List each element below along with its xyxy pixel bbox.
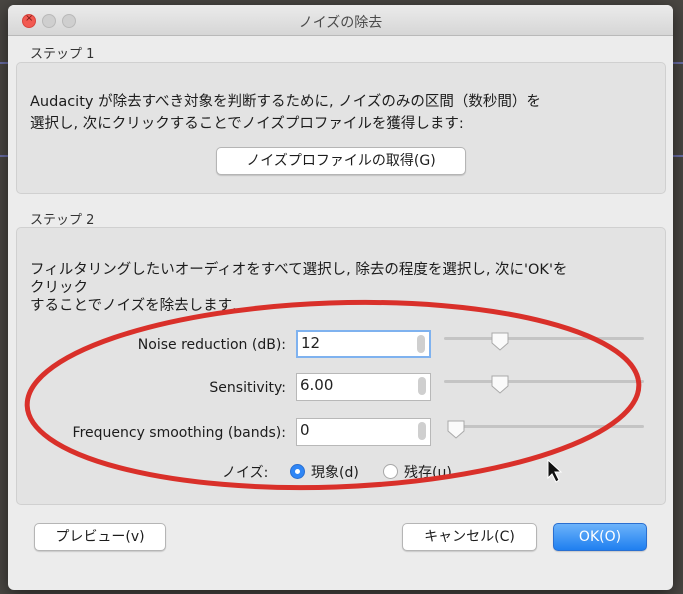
preview-button[interactable]: プレビュー(v)	[34, 523, 166, 551]
noise-reduction-slider-knob[interactable]	[490, 331, 510, 351]
sensitivity-input[interactable]: 6.00	[296, 373, 431, 401]
frequency-smoothing-label: Frequency smoothing (bands):	[72, 425, 286, 441]
radio-reduce[interactable]	[290, 464, 305, 479]
radio-residue[interactable]	[383, 464, 398, 479]
sensitivity-slider-track[interactable]	[444, 380, 644, 383]
radio-residue-label[interactable]: 残存(u)	[404, 462, 452, 482]
noise-mode-label: ノイズ:	[222, 465, 269, 481]
noise-reduction-input[interactable]: 12	[296, 330, 431, 358]
noise-reduction-value: 12	[301, 334, 321, 352]
step2-description-line3: することでノイズを除去します.	[30, 298, 237, 314]
step1-description-line1: Audacity が除去すべき対象を判断するために, ノイズのみの区間（数秒間）…	[30, 94, 541, 110]
spinner-handle[interactable]	[417, 335, 425, 353]
ok-button[interactable]: OK(O)	[553, 523, 647, 551]
spinner-handle[interactable]	[418, 422, 426, 440]
cancel-button[interactable]: キャンセル(C)	[402, 523, 537, 551]
window-title: ノイズの除去	[298, 15, 383, 31]
frequency-smoothing-value: 0	[300, 421, 310, 439]
sensitivity-label: Sensitivity:	[209, 380, 286, 396]
title-bar: × ノイズの除去	[8, 5, 673, 36]
get-noise-profile-button[interactable]: ノイズプロファイルの取得(G)	[216, 147, 466, 175]
step2-label: ステップ 2	[30, 213, 95, 228]
noise-reduction-label: Noise reduction (dB):	[137, 337, 286, 353]
step1-label: ステップ 1	[30, 47, 95, 62]
sensitivity-value: 6.00	[300, 376, 334, 394]
spinner-handle[interactable]	[418, 377, 426, 395]
step2-description-line1: フィルタリングしたいオーディオをすべて選択し, 除去の程度を選択し, 次に'OK…	[30, 262, 568, 278]
step1-description-line2: 選択し, 次にクリックすることでノイズプロファイルを獲得します:	[30, 116, 464, 132]
noise-removal-dialog: × ノイズの除去 ステップ 1 Audacity が除去すべき対象を判断するため…	[8, 5, 673, 590]
sensitivity-slider-knob[interactable]	[490, 374, 510, 394]
step2-description-line2: クリック	[30, 280, 88, 296]
frequency-smoothing-slider-track[interactable]	[448, 425, 644, 428]
radio-reduce-label[interactable]: 現象(d)	[311, 462, 359, 482]
noise-reduction-slider-track[interactable]	[444, 337, 644, 340]
frequency-smoothing-input[interactable]: 0	[296, 418, 431, 446]
frequency-smoothing-slider-knob[interactable]	[446, 419, 466, 439]
